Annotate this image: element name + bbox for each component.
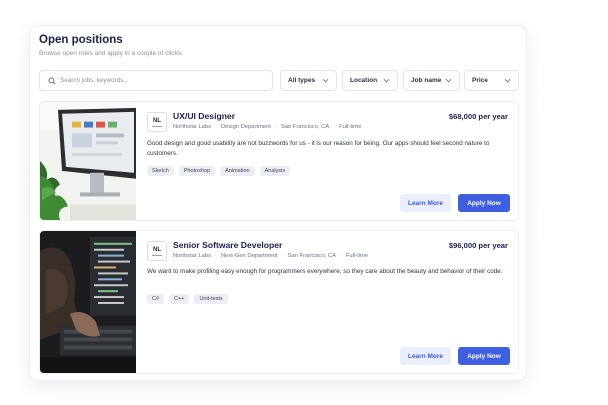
skill-tag: Animation xyxy=(220,166,255,176)
job-company: Northstar Labs xyxy=(173,253,212,259)
job-location: San Francisco, CA xyxy=(280,124,330,130)
search-box[interactable] xyxy=(39,70,273,91)
page-title: Open positions xyxy=(39,34,123,46)
job-salary: $68,000 per year xyxy=(448,112,508,121)
skill-tag: C++ xyxy=(169,294,190,304)
filter-price[interactable]: Price xyxy=(464,70,519,91)
company-logo: NL xyxy=(147,241,167,261)
filter-label: Job name xyxy=(411,77,442,84)
job-photo-developer-workstation xyxy=(40,231,136,373)
job-description: We want to make profiling easy enough fo… xyxy=(147,268,503,275)
chevron-down-icon xyxy=(504,78,511,83)
job-tags: Sketch Photoshop Animation Analysis xyxy=(147,166,291,176)
job-meta: Northstar Labs · Next-Gen Department · San… xyxy=(173,253,369,259)
apply-now-button[interactable]: Apply Now xyxy=(458,347,510,365)
job-meta: Northstar Labs · Design Department · San F… xyxy=(173,124,362,130)
job-location: San Francisco, CA xyxy=(287,253,336,259)
chevron-down-icon xyxy=(383,78,390,83)
job-type: Full-time xyxy=(345,253,369,259)
job-tags: C# C++ Unit-tests xyxy=(147,294,228,304)
skill-tag: Analysis xyxy=(259,166,291,176)
job-department: Next-Gen Department xyxy=(220,253,278,259)
filter-location[interactable]: Location xyxy=(342,70,398,91)
job-card-ux-ui-designer: NL UX/UI Designer Northstar Labs · Design… xyxy=(39,101,519,221)
job-department: Design Department xyxy=(220,124,271,130)
skill-tag: C# xyxy=(147,294,165,304)
job-description: Good design and good usability are not b… xyxy=(147,140,490,157)
search-input[interactable] xyxy=(60,77,260,84)
search-icon xyxy=(48,76,56,85)
filter-label: All types xyxy=(288,77,316,84)
job-title[interactable]: UX/UI Designer xyxy=(173,111,235,121)
skill-tag: Photoshop xyxy=(178,166,216,176)
learn-more-button[interactable]: Learn More xyxy=(400,347,451,365)
job-photo-designer-desk xyxy=(40,102,136,220)
filter-job-name[interactable]: Job name xyxy=(403,70,460,91)
job-card-senior-software-developer: NL Senior Software Developer Northstar L… xyxy=(39,230,519,374)
skill-tag: Unit-tests xyxy=(194,294,228,304)
job-title[interactable]: Senior Software Developer xyxy=(173,240,282,250)
job-salary: $96,000 per year xyxy=(448,241,508,250)
learn-more-button[interactable]: Learn More xyxy=(400,194,451,212)
chevron-down-icon xyxy=(445,78,452,83)
skill-tag: Sketch xyxy=(147,166,174,176)
open-positions-card: Open positions Browse open roles and app… xyxy=(29,25,527,381)
filter-all-types[interactable]: All types xyxy=(280,70,337,91)
apply-now-button[interactable]: Apply Now xyxy=(458,194,510,212)
chevron-down-icon xyxy=(322,78,329,83)
filter-label: Location xyxy=(350,77,378,84)
filter-label: Price xyxy=(472,77,488,84)
company-logo: NL xyxy=(147,112,167,132)
job-type: Full-time xyxy=(339,124,362,130)
job-company: Northstar Labs xyxy=(173,124,212,130)
page-subtitle: Browse open roles and apply in a couple … xyxy=(39,50,183,57)
